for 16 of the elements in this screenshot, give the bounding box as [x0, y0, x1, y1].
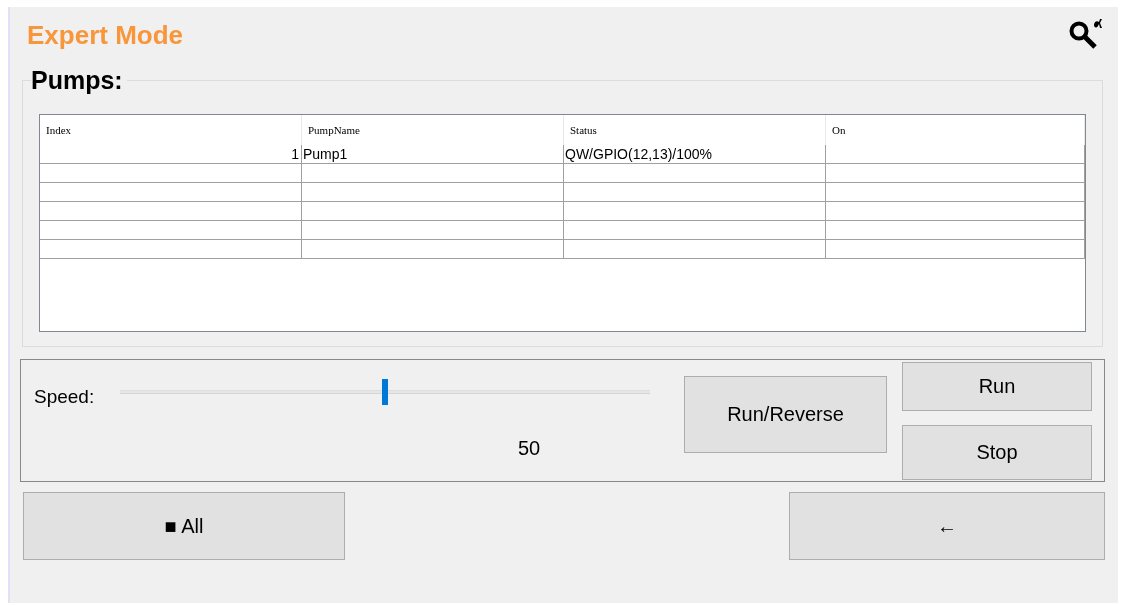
run-reverse-button[interactable]: Run/Reverse: [684, 376, 887, 453]
all-button[interactable]: ■ All: [23, 492, 345, 560]
column-header[interactable]: Index: [40, 115, 302, 145]
column-header[interactable]: Status: [564, 115, 826, 145]
column-header[interactable]: On: [826, 115, 1085, 145]
slider-thumb[interactable]: [382, 379, 388, 405]
window-title: Expert Mode: [27, 19, 184, 51]
table-cell: 1: [40, 145, 302, 164]
table-cell: Pump1: [302, 145, 564, 164]
run-button[interactable]: Run: [902, 362, 1092, 411]
table-cell: QW/GPIO(12,13)/100%: [564, 145, 826, 164]
column-header[interactable]: PumpName: [302, 115, 564, 145]
stop-button[interactable]: Stop: [902, 425, 1092, 480]
back-button[interactable]: ←: [789, 492, 1105, 560]
speed-value: 50: [518, 437, 541, 460]
speed-label: Speed:: [34, 386, 95, 408]
